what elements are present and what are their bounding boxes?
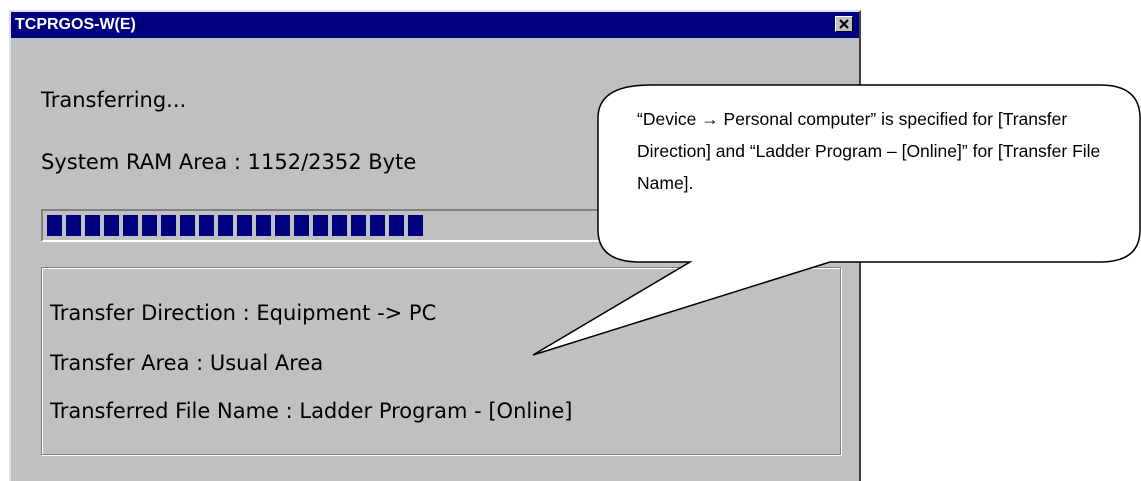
- callout-bubble: [532, 84, 1141, 356]
- callout-text: “Device → Personal computer” is specifie…: [637, 109, 1101, 193]
